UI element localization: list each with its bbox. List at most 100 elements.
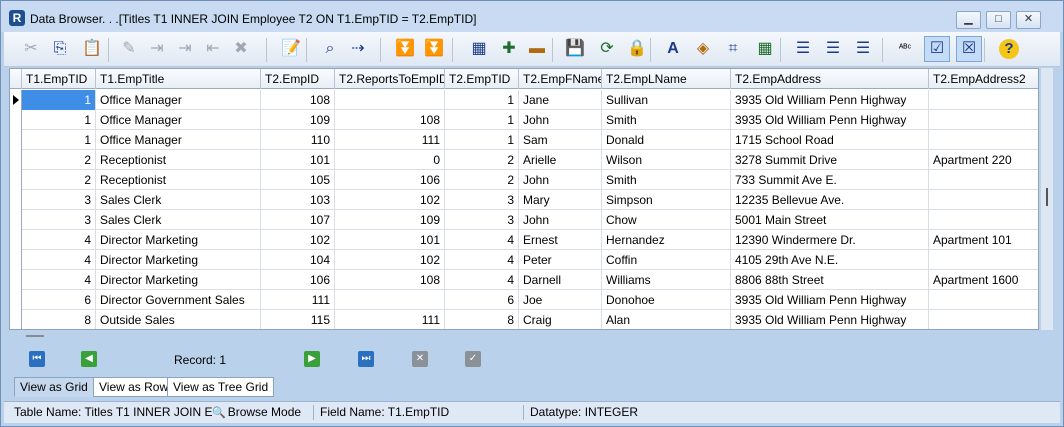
table-cell[interactable]: 5001 Main Street <box>731 210 929 230</box>
table-cell[interactable]: Simpson <box>602 190 731 210</box>
table-cell[interactable]: 1 <box>445 110 519 130</box>
table-cell[interactable]: 108 <box>261 90 335 110</box>
row-indicator[interactable] <box>10 250 22 270</box>
table-cell[interactable]: 107 <box>261 210 335 230</box>
post-record-button[interactable]: ✓ <box>465 351 481 367</box>
table-cell[interactable]: Jane <box>519 90 602 110</box>
table-cell[interactable] <box>929 310 1038 329</box>
copy-button[interactable]: ⎘ <box>47 36 73 62</box>
table-cell[interactable]: 12235 Bellevue Ave. <box>731 190 929 210</box>
table-cell[interactable]: 102 <box>335 250 445 270</box>
table-cell[interactable]: Sales Clerk <box>96 190 261 210</box>
align-left-button[interactable]: ☰ <box>790 36 816 62</box>
table-cell[interactable]: 4 <box>445 250 519 270</box>
table-cell[interactable]: Mary <box>519 190 602 210</box>
help-button[interactable]: ? <box>996 36 1022 62</box>
maximize-button[interactable]: □ <box>986 11 1011 29</box>
search-next-button[interactable]: ⇢ <box>345 36 371 62</box>
table-cell[interactable]: 103 <box>261 190 335 210</box>
cancel-record-button[interactable]: ✕ <box>412 351 428 367</box>
table-cell[interactable]: 102 <box>335 190 445 210</box>
table-cell[interactable]: Alan <box>602 310 731 329</box>
table-cell[interactable]: Craig <box>519 310 602 329</box>
add-column-button[interactable]: ✚ <box>496 36 522 62</box>
delete-x-button[interactable]: ✖ <box>228 36 254 62</box>
table-cell[interactable]: 109 <box>261 110 335 130</box>
table-cell[interactable]: 3278 Summit Drive <box>731 150 929 170</box>
table-cell[interactable] <box>929 210 1038 230</box>
table-cell[interactable]: Director Marketing <box>96 250 261 270</box>
fill-color-button[interactable]: ◈ <box>690 36 716 62</box>
table-cell[interactable]: Coffin <box>602 250 731 270</box>
table-cell[interactable]: 101 <box>261 150 335 170</box>
table-cell[interactable]: Office Manager <box>96 130 261 150</box>
edit-memo-button[interactable]: 📝 <box>278 36 304 62</box>
append-row-button[interactable]: ⇥ <box>172 36 198 62</box>
table-cell[interactable]: 110 <box>261 130 335 150</box>
table-row[interactable]: 4 Director Marketing 106 108 4 Darnell William… <box>10 270 1038 290</box>
table-cell[interactable]: 108 <box>335 270 445 290</box>
table-cell[interactable]: John <box>519 110 602 130</box>
cut-button[interactable]: ✂ <box>18 36 44 62</box>
horizontal-scrollbar-thumb[interactable] <box>26 335 44 337</box>
filter-remove-button[interactable]: ⏬ <box>421 36 447 62</box>
row-indicator[interactable] <box>10 310 22 329</box>
remove-column-button[interactable]: ▬ <box>524 36 550 62</box>
table-row[interactable]: 8 Outside Sales 115 111 8 Craig Alan 3935 Old W… <box>10 310 1038 329</box>
table-cell[interactable]: Sullivan <box>602 90 731 110</box>
select-region-button[interactable]: ⌗ <box>720 36 746 62</box>
align-center-button[interactable]: ☰ <box>820 36 846 62</box>
table-cell[interactable]: John <box>519 210 602 230</box>
row-indicator[interactable] <box>10 230 22 250</box>
column-header[interactable]: T2.EmpID <box>261 69 335 89</box>
table-cell[interactable]: 4 <box>445 270 519 290</box>
table-cell[interactable]: 105 <box>261 170 335 190</box>
table-cell[interactable]: Director Government Sales <box>96 290 261 310</box>
column-header[interactable]: T1.EmpTID <box>22 69 96 89</box>
tab-view-as-row[interactable]: View as Row <box>93 377 175 397</box>
column-header[interactable]: T2.EmpFName <box>519 69 602 89</box>
filter-button[interactable]: ⏬ <box>392 36 418 62</box>
table-row[interactable]: 4 Director Marketing 104 102 4 Peter Coffin 410… <box>10 250 1038 270</box>
table-cell[interactable]: Receptionist <box>96 150 261 170</box>
table-cell[interactable]: 0 <box>335 150 445 170</box>
table-cell[interactable]: 12390 Windermere Dr. <box>731 230 929 250</box>
tab-view-as-grid[interactable]: View as Grid <box>14 377 94 397</box>
table-cell[interactable]: Director Marketing <box>96 230 261 250</box>
sort-button[interactable]: ▦ <box>466 36 492 62</box>
table-cell[interactable]: 2 <box>22 150 96 170</box>
lock-button[interactable]: 🔒 <box>624 36 650 62</box>
close-button[interactable]: ✕ <box>1016 11 1041 29</box>
table-cell[interactable]: Office Manager <box>96 110 261 130</box>
next-record-button[interactable]: ▶ <box>304 351 320 367</box>
table-cell[interactable]: Chow <box>602 210 731 230</box>
vertical-scrollbar[interactable] <box>1041 68 1053 330</box>
minimize-button[interactable]: ▁ <box>956 11 981 29</box>
row-indicator[interactable] <box>10 190 22 210</box>
table-cell[interactable]: 3935 Old William Penn Highway <box>731 110 929 130</box>
table-cell[interactable]: 3935 Old William Penn Highway <box>731 90 929 110</box>
column-header[interactable]: T2.EmpAddress <box>731 69 929 89</box>
commit-edit-button[interactable]: ☑ <box>924 36 950 62</box>
table-cell[interactable]: 6 <box>445 290 519 310</box>
table-cell[interactable]: 3 <box>445 210 519 230</box>
table-cell[interactable]: 3 <box>445 190 519 210</box>
table-cell[interactable]: Donohoe <box>602 290 731 310</box>
table-cell[interactable]: 111 <box>335 130 445 150</box>
search-button[interactable]: ⌕ <box>317 36 343 62</box>
table-cell[interactable]: 4 <box>22 250 96 270</box>
table-cell[interactable]: Donald <box>602 130 731 150</box>
cancel-edit-button[interactable]: ☒ <box>956 36 982 62</box>
table-cell[interactable]: 106 <box>261 270 335 290</box>
row-indicator[interactable] <box>10 170 22 190</box>
column-header[interactable]: T2.EmpTID <box>445 69 519 89</box>
table-cell[interactable] <box>929 190 1038 210</box>
first-record-button[interactable]: ⏮ <box>29 351 45 367</box>
table-cell[interactable]: Office Manager <box>96 90 261 110</box>
table-cell[interactable]: Receptionist <box>96 170 261 190</box>
column-header[interactable]: T2.ReportsToEmpID <box>335 69 445 89</box>
column-header[interactable]: T2.EmpAddress2 <box>929 69 1038 89</box>
refresh-button[interactable]: ⟳ <box>594 36 620 62</box>
table-cell[interactable]: Apartment 220 <box>929 150 1038 170</box>
table-cell[interactable]: Ernest <box>519 230 602 250</box>
